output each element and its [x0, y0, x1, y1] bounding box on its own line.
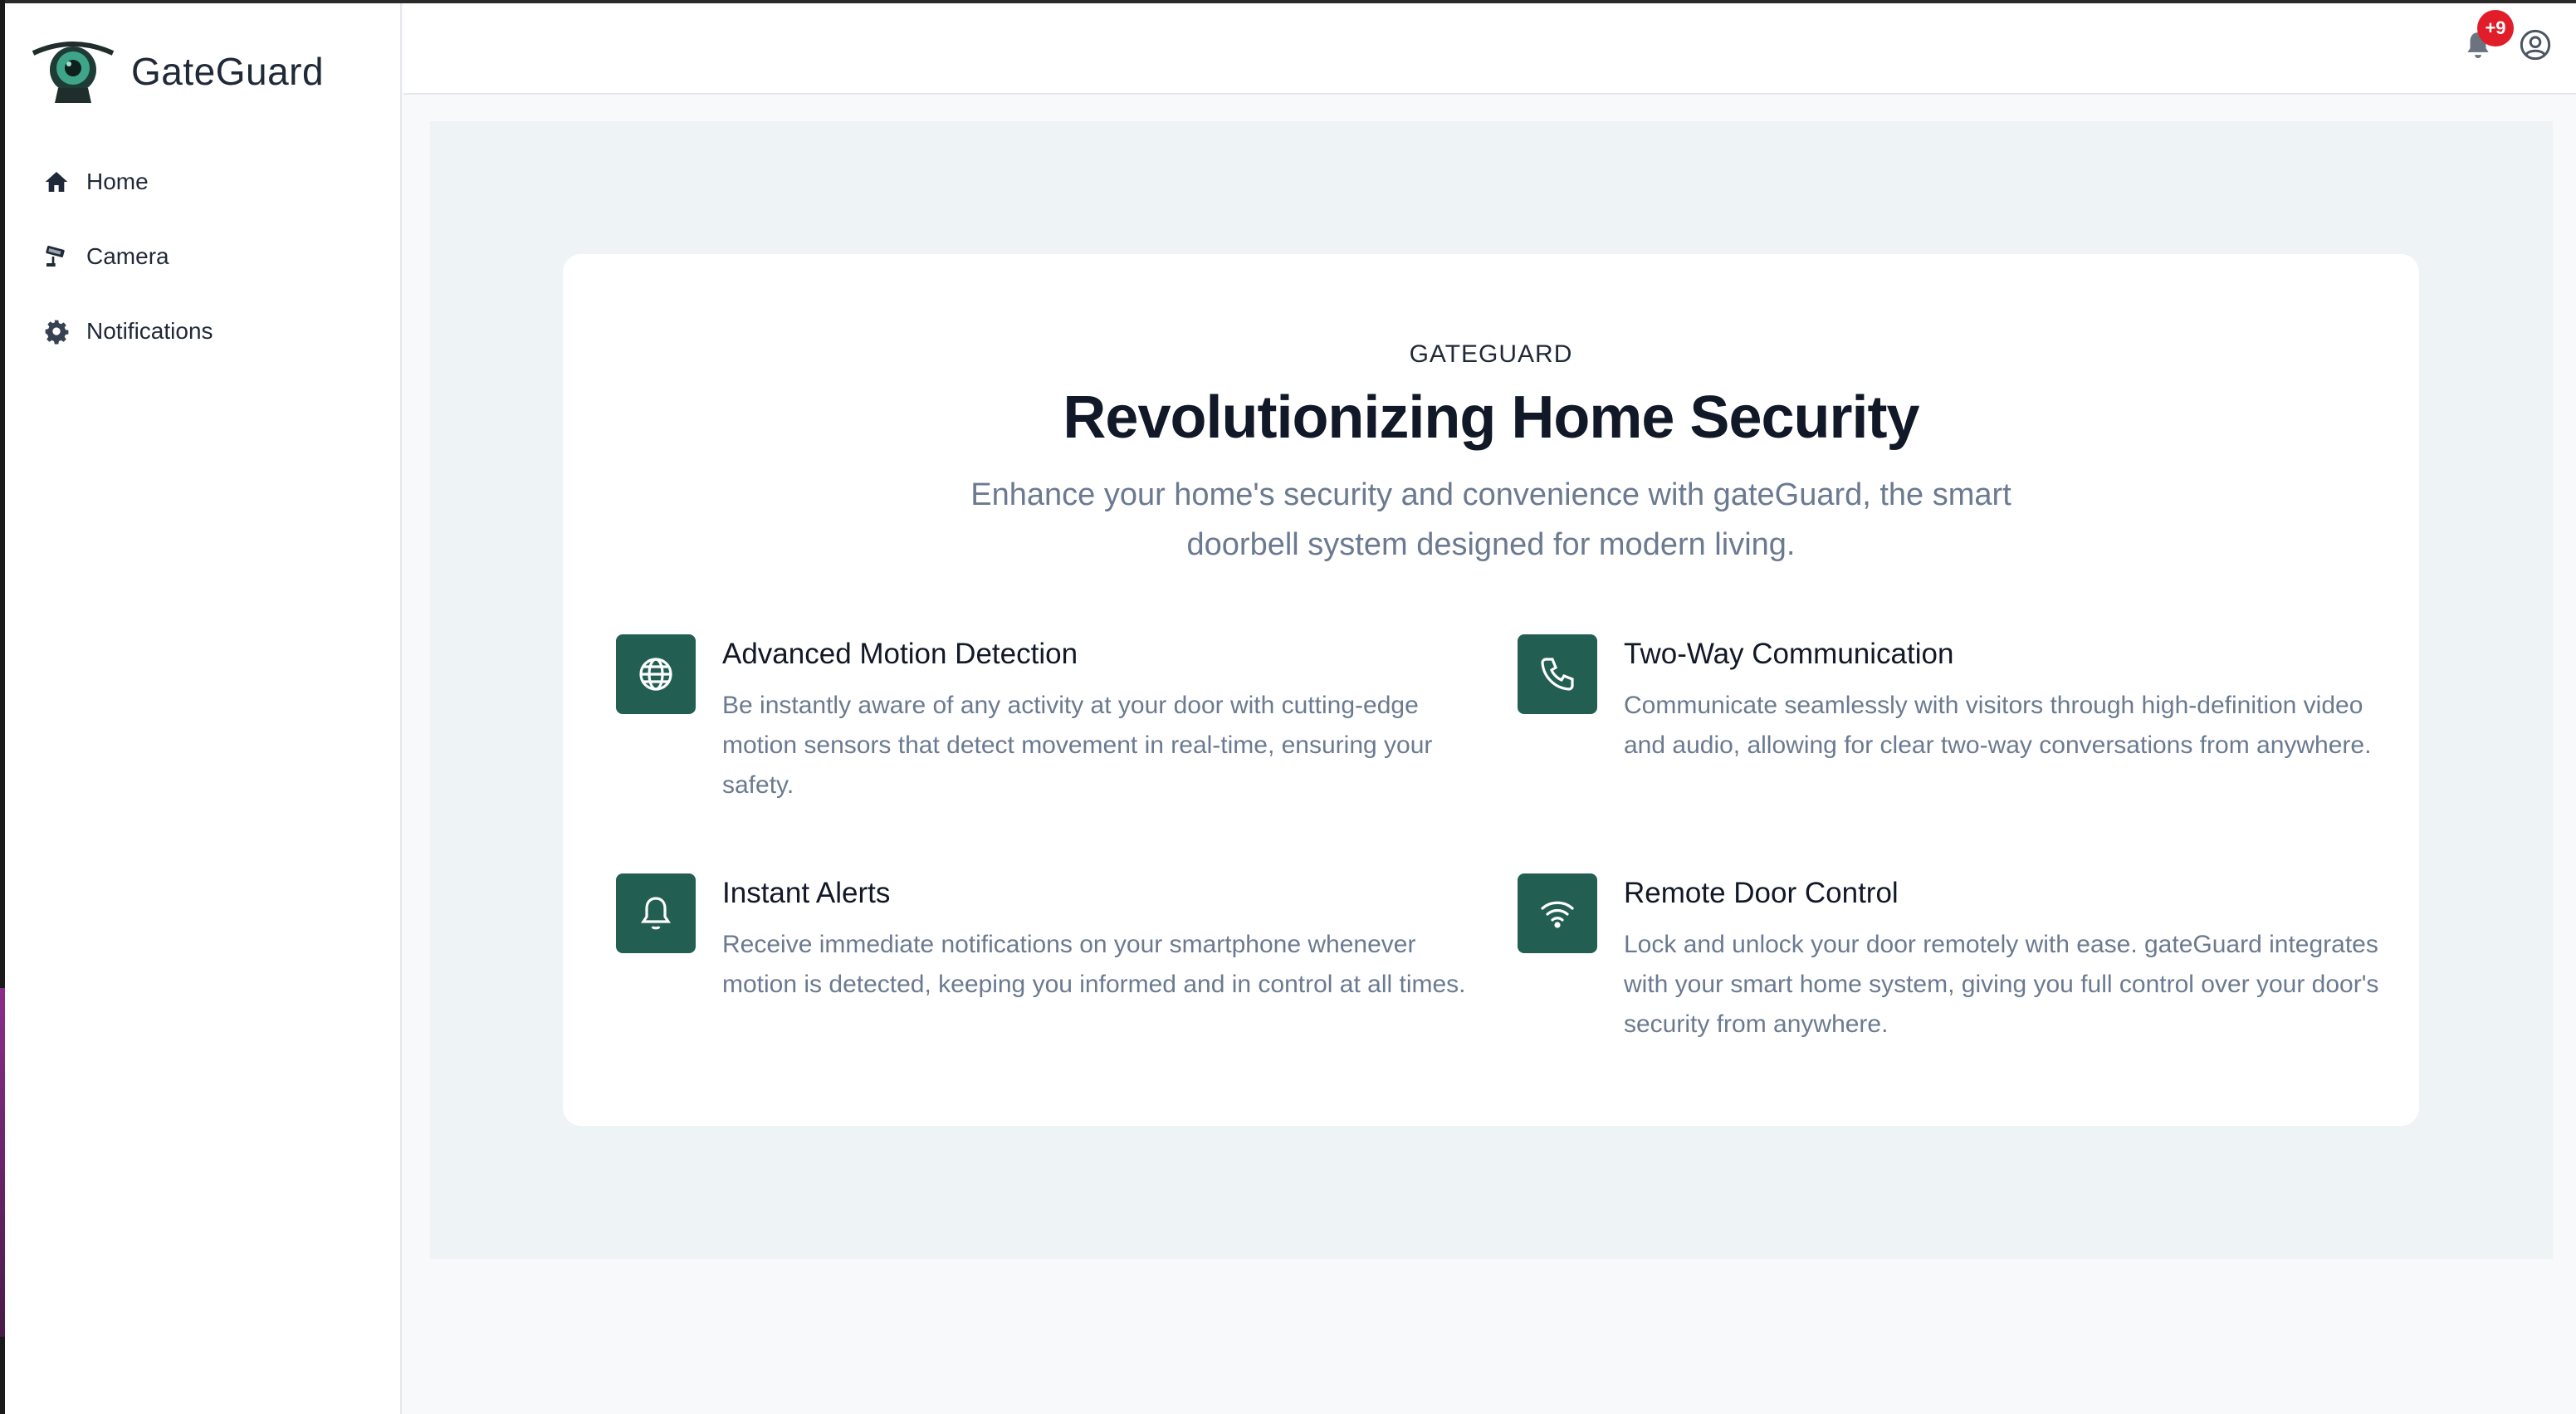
feature-description: Be instantly aware of any activity at yo…: [722, 692, 1433, 799]
camera-icon: [46, 246, 65, 267]
sidebar-item-notifications[interactable]: Notifications: [43, 294, 213, 369]
user-circle-icon[interactable]: [2519, 28, 2552, 61]
top-header: [403, 3, 2576, 95]
wifi-icon: [1541, 901, 1574, 928]
phone-icon: [1541, 658, 1574, 691]
app-window: GateGuard Home Camera Notifications +9 G…: [0, 0, 2576, 1414]
hero-card: GATEGUARD Revolutionizing Home Security …: [563, 254, 2419, 1126]
feature-title: Advanced Motion Detection: [722, 638, 1078, 670]
globe-icon: [639, 658, 672, 691]
feature-icon-box: [616, 873, 696, 953]
hero-title: Revolutionizing Home Security: [1063, 384, 1919, 451]
sidebar-item-label: Notifications: [86, 318, 213, 344]
feature-description: Lock and unlock your door remotely with …: [1624, 931, 2379, 1038]
feature-description: Receive immediate notifications on your …: [722, 931, 1466, 998]
feature-icon-box: [616, 634, 696, 714]
hero-eyebrow: GATEGUARD: [1409, 340, 1573, 368]
feature-title: Instant Alerts: [722, 877, 891, 909]
feature-description: Communicate seamlessly with visitors thr…: [1624, 692, 2372, 759]
home-icon: [45, 172, 68, 192]
sidebar-item-label: Camera: [86, 243, 169, 269]
feature-icon-box: [1518, 873, 1597, 953]
brand[interactable]: GateGuard: [30, 40, 324, 103]
sidebar-item-camera[interactable]: Camera: [43, 219, 213, 294]
hero-subtitle: Enhance your home's security and conveni…: [970, 477, 2011, 562]
feature-title: Remote Door Control: [1624, 877, 1899, 909]
sidebar-item-label: Home: [86, 169, 149, 194]
brand-name: GateGuard: [131, 50, 325, 93]
feature-title: Two-Way Communication: [1624, 638, 1954, 670]
camera-eye-logo: [32, 42, 115, 103]
bell-icon: [641, 897, 671, 930]
sidebar-item-home[interactable]: Home: [43, 144, 213, 219]
sidebar: GateGuard Home Camera Notifications: [5, 3, 402, 1414]
gear-icon: [45, 320, 69, 345]
feature-icon-box: [1518, 634, 1597, 714]
sidebar-nav: Home Camera Notifications: [43, 144, 213, 369]
notification-badge: +9: [2477, 10, 2514, 46]
